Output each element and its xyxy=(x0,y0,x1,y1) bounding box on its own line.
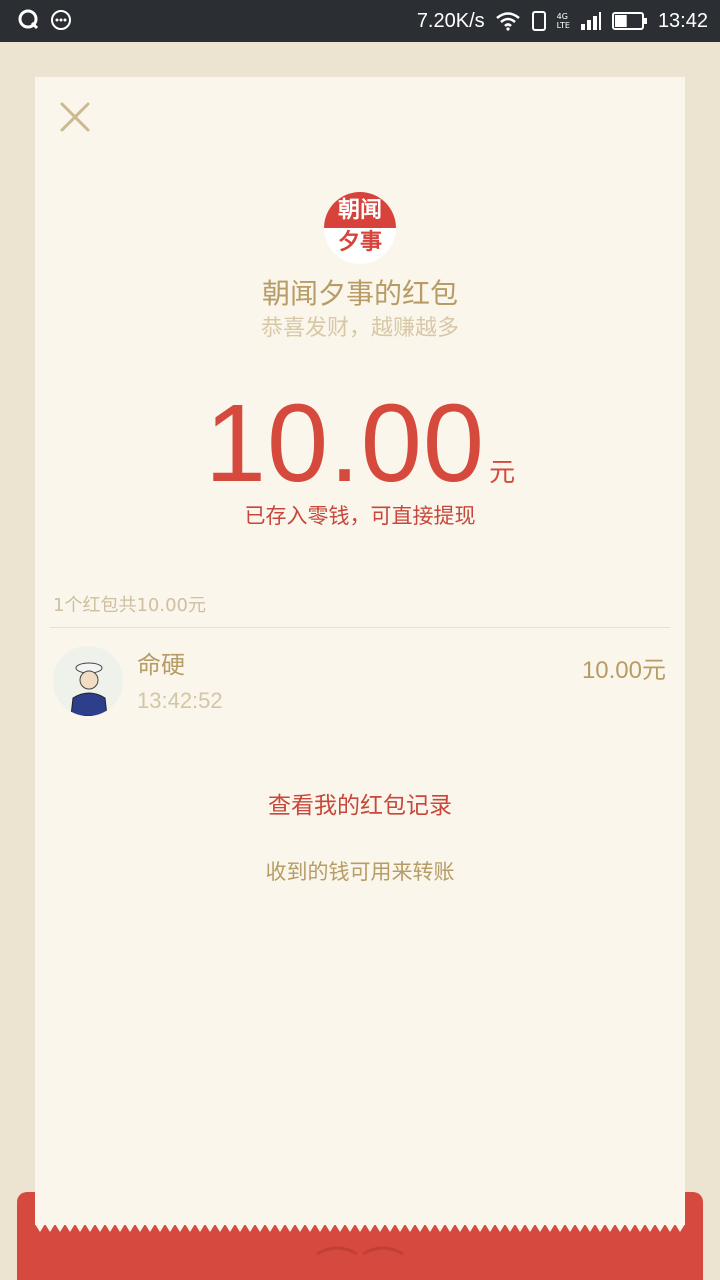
close-icon[interactable] xyxy=(58,100,92,134)
amount-value: 10.00 xyxy=(204,382,486,505)
signal-icon xyxy=(580,12,601,30)
packet-summary: 1个红包共10.00元 xyxy=(53,595,206,616)
network-speed: 7.20K/s xyxy=(416,9,485,32)
greeting-message: 恭喜发财，越赚越多 xyxy=(260,316,459,341)
amount-unit: 元 xyxy=(489,458,516,488)
qq-notification-icon xyxy=(18,9,39,30)
transfer-tip-link[interactable]: 收到的钱可用来转账 xyxy=(0,856,720,886)
sender-title: 朝闻夕事的红包 xyxy=(261,277,458,310)
card-zigzag-edge xyxy=(35,1218,685,1232)
more-notifications-icon xyxy=(51,10,71,30)
avatar[interactable] xyxy=(53,646,123,716)
stored-note[interactable]: 已存入零钱，可直接提现 xyxy=(0,500,720,530)
wifi-icon xyxy=(495,12,520,31)
amount-display: 10.00 元 xyxy=(0,380,720,507)
clock: 13:42 xyxy=(657,9,708,32)
battery-icon xyxy=(611,12,647,30)
avatar-person-icon xyxy=(53,646,123,716)
logo-top-text: 朝闻 xyxy=(324,192,396,228)
logo-bottom-text: 夕事 xyxy=(337,230,382,255)
view-records-link[interactable]: 查看我的红包记录 xyxy=(0,786,720,820)
status-bar: 7.20K/s 4G LTE 13:42 xyxy=(0,0,720,42)
receive-time: 13:42:52 xyxy=(137,688,223,713)
network-type: 4G LTE xyxy=(556,12,570,30)
sim-card-icon xyxy=(531,11,546,31)
divider xyxy=(50,627,670,628)
receiver-name: 命硬 xyxy=(137,651,185,679)
sender-logo: 朝闻 夕事 xyxy=(324,192,396,264)
receiver-amount: 10.00元 xyxy=(581,657,666,684)
